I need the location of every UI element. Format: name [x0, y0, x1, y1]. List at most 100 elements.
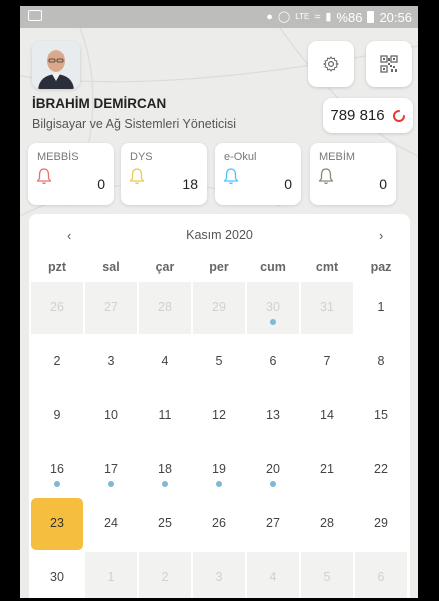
day-number: 12 [212, 408, 226, 422]
day-number: 6 [269, 354, 277, 368]
day-number: 27 [266, 516, 280, 530]
calendar-day[interactable]: 24 [85, 498, 137, 550]
calendar-day[interactable]: 30 [247, 282, 299, 334]
calendar-day[interactable]: 3 [85, 336, 137, 388]
calendar-day[interactable]: 28 [139, 282, 191, 334]
calendar-day[interactable]: 19 [193, 444, 245, 496]
event-dot [162, 481, 168, 487]
notification-card[interactable]: e-Okul 0 [215, 143, 301, 205]
day-number: 28 [158, 300, 172, 314]
event-dot [54, 481, 60, 487]
notification-count: 18 [182, 176, 198, 192]
calendar-day[interactable]: 8 [355, 336, 407, 388]
day-number: 6 [377, 570, 385, 584]
day-number: 16 [50, 462, 64, 476]
calendar-day[interactable]: 14 [301, 390, 353, 442]
day-number: 14 [320, 408, 334, 422]
calendar-day[interactable]: 25 [139, 498, 191, 550]
calendar-day[interactable]: 27 [85, 282, 137, 334]
network-type: LTE [295, 12, 310, 21]
calendar-day[interactable]: 29 [355, 498, 407, 550]
calendar-day[interactable]: 21 [301, 444, 353, 496]
calendar-day[interactable]: 10 [85, 390, 137, 442]
calendar-day[interactable]: 16 [31, 444, 83, 496]
weekday-label: cum [260, 260, 286, 274]
calendar-day[interactable]: 30 [31, 552, 83, 598]
day-number: 30 [50, 570, 64, 584]
calendar-day[interactable]: 26 [193, 498, 245, 550]
next-month-button[interactable]: › [379, 228, 383, 243]
calendar-day[interactable]: 7 [301, 336, 353, 388]
day-number: 25 [158, 516, 172, 530]
calendar-day[interactable]: 4 [139, 336, 191, 388]
calendar-day[interactable]: 15 [355, 390, 407, 442]
calendar-day[interactable]: 11 [139, 390, 191, 442]
battery-percent: %86 [336, 9, 363, 25]
calendar-day[interactable]: 12 [193, 390, 245, 442]
alarm-icon: ◯ [277, 11, 291, 23]
calendar-day[interactable]: 1 [85, 552, 137, 598]
calendar-day[interactable]: 22 [355, 444, 407, 496]
notification-card[interactable]: MEBBİS 0 [28, 143, 114, 205]
notification-count: 0 [97, 176, 105, 192]
qr-code-button[interactable] [366, 41, 412, 87]
notification-card[interactable]: DYS 18 [121, 143, 207, 205]
day-number: 8 [377, 354, 385, 368]
calendar-day[interactable]: 18 [139, 444, 191, 496]
calendar-day[interactable]: 2 [31, 336, 83, 388]
day-number: 29 [212, 300, 226, 314]
calendar-title: Kasım 2020 [186, 228, 253, 242]
notification-card[interactable]: MEBİM 0 [310, 143, 396, 205]
score-box[interactable]: 789 816 [323, 98, 413, 133]
location-icon: ● [266, 11, 273, 23]
calendar-day[interactable]: 1 [355, 282, 407, 334]
day-number: 18 [158, 462, 172, 476]
score-value: 789 816 [330, 107, 385, 124]
day-number: 13 [266, 408, 280, 422]
calendar-day[interactable]: 5 [301, 552, 353, 598]
day-number: 4 [161, 354, 169, 368]
phone-screen: ● ◯ LTE ≈ ▮ %86 20:56 İBRAHİM DEMİRCAN B… [20, 6, 418, 598]
day-number: 1 [377, 300, 385, 314]
event-dot [270, 481, 276, 487]
calendar-day[interactable]: 13 [247, 390, 299, 442]
day-number: 24 [104, 516, 118, 530]
calendar-day[interactable]: 27 [247, 498, 299, 550]
weekday-label: çar [155, 260, 175, 274]
calendar-day[interactable]: 2 [139, 552, 191, 598]
settings-button[interactable] [308, 41, 354, 87]
event-dot [270, 319, 276, 325]
bell-icon [318, 168, 334, 185]
user-name: İBRAHİM DEMİRCAN [32, 96, 167, 111]
calendar-day-today[interactable]: 23 [31, 498, 83, 550]
calendar-day[interactable]: 5 [193, 336, 245, 388]
day-number: 26 [212, 516, 226, 530]
calendar-day[interactable]: 3 [193, 552, 245, 598]
notification-label: MEBİM [319, 151, 356, 163]
day-number: 1 [107, 570, 115, 584]
calendar-day[interactable]: 9 [31, 390, 83, 442]
calendar-day[interactable]: 4 [247, 552, 299, 598]
day-number: 5 [215, 354, 223, 368]
calendar-day[interactable]: 26 [31, 282, 83, 334]
calendar-day[interactable]: 20 [247, 444, 299, 496]
calendar-day[interactable]: 6 [247, 336, 299, 388]
calendar-day[interactable]: 28 [301, 498, 353, 550]
day-number: 30 [266, 300, 280, 314]
calendar-day[interactable]: 31 [301, 282, 353, 334]
calendar-day[interactable]: 6 [355, 552, 407, 598]
calendar-day[interactable]: 29 [193, 282, 245, 334]
day-number: 3 [215, 570, 223, 584]
weekday-label: cmt [315, 260, 339, 274]
day-number: 4 [269, 570, 277, 584]
weekday-label: per [209, 260, 229, 274]
profile-photo [32, 41, 80, 89]
day-number: 27 [104, 300, 118, 314]
spinner-icon [392, 109, 405, 122]
notification-count: 0 [284, 176, 292, 192]
day-number: 26 [50, 300, 64, 314]
weekday-label: sal [102, 260, 120, 274]
avatar[interactable] [32, 41, 80, 89]
day-number: 29 [374, 516, 388, 530]
calendar-day[interactable]: 17 [85, 444, 137, 496]
